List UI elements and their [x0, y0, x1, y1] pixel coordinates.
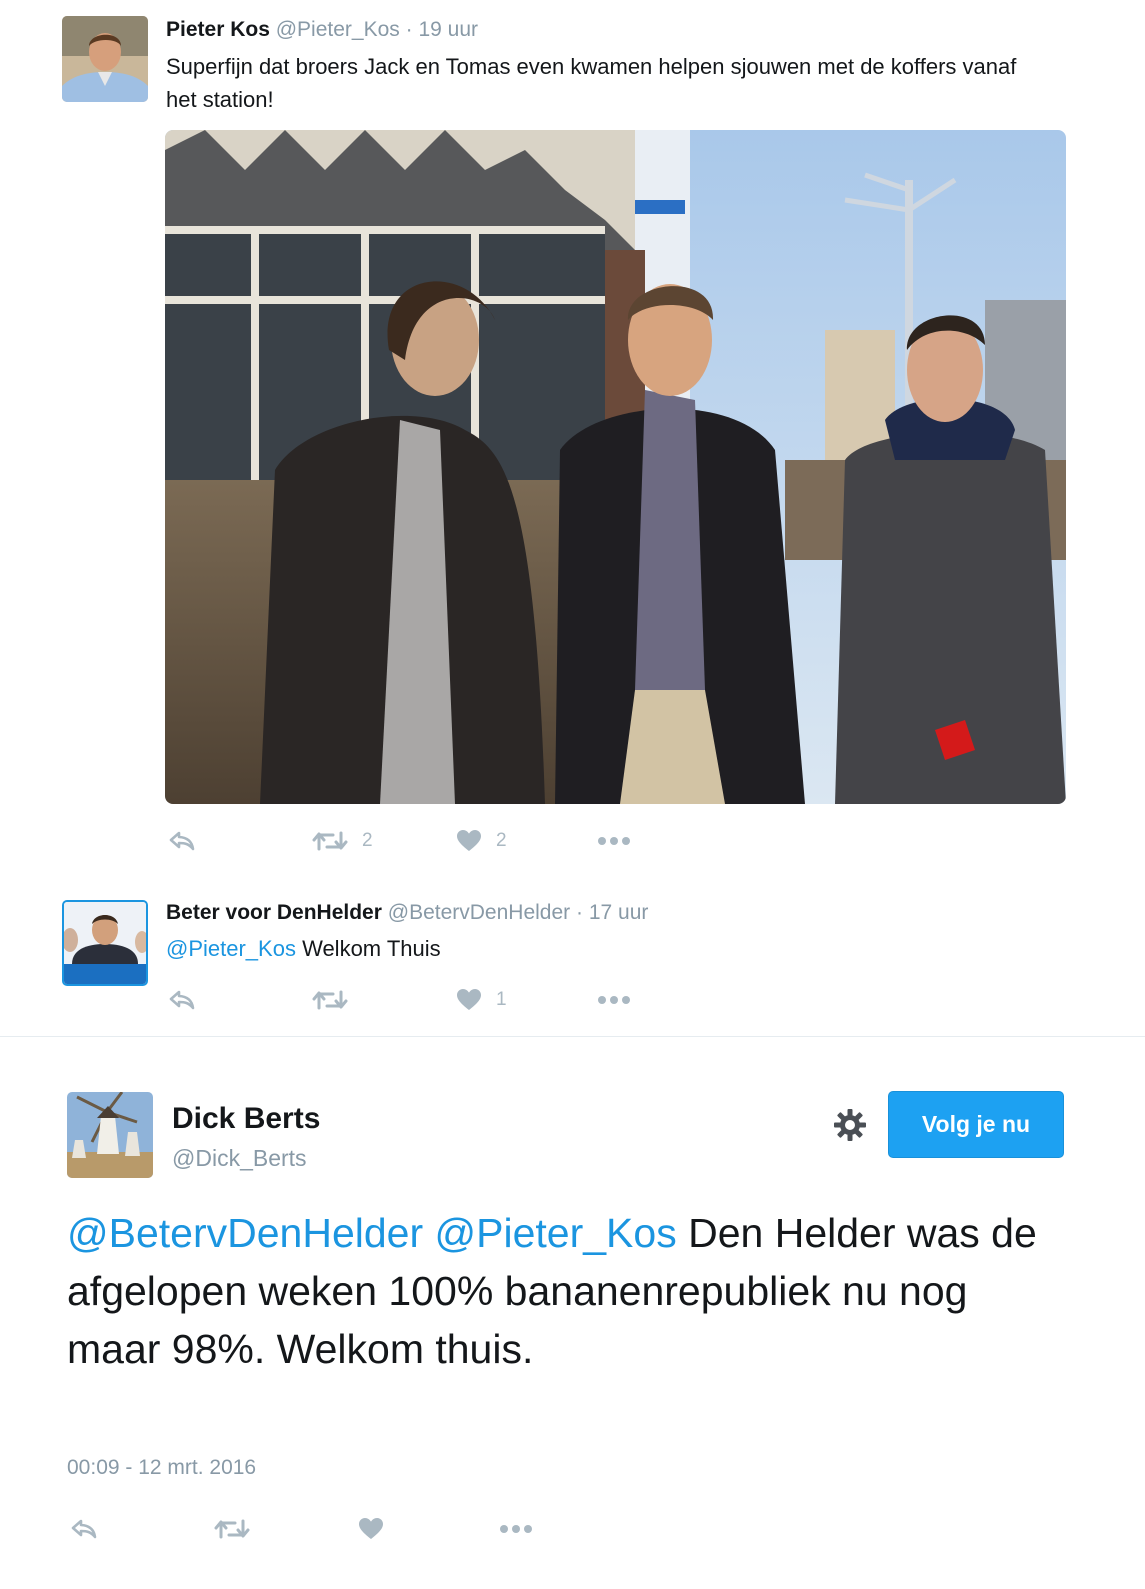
tweet-text: @BetervDenHelder @Pieter_Kos Den Helder …	[67, 1204, 1047, 1378]
mention-link[interactable]: @Pieter_Kos	[435, 1210, 677, 1256]
author-handle[interactable]: @Dick_Berts	[172, 1145, 307, 1172]
more-icon	[498, 1523, 534, 1535]
separator: ·	[576, 901, 583, 924]
tweet-actions	[70, 1514, 570, 1544]
tweet-actions: 2 2	[168, 826, 668, 856]
tweet-body: Welkom Thuis	[302, 936, 441, 961]
tweet-header: Beter voor DenHelder @BetervDenHelder · …	[166, 901, 648, 925]
tweet-header: Pieter Kos @Pieter_Kos · 19 uur	[166, 18, 478, 42]
reply-button[interactable]	[168, 826, 196, 856]
divider	[0, 1036, 1145, 1037]
author-handle[interactable]: @BetervDenHelder	[388, 901, 570, 924]
reply-button[interactable]	[168, 985, 196, 1015]
retweet-icon	[312, 829, 348, 853]
tweet-actions: 1	[168, 985, 668, 1015]
like-button[interactable]: 1	[456, 985, 507, 1015]
heart-icon	[456, 829, 482, 853]
heart-icon	[456, 988, 482, 1012]
mention-link[interactable]: @BetervDenHelder	[67, 1210, 423, 1256]
reply-icon	[168, 988, 196, 1012]
author-name[interactable]: Pieter Kos	[166, 18, 270, 41]
like-button[interactable]	[358, 1514, 384, 1544]
like-button[interactable]: 2	[456, 826, 507, 856]
author-name[interactable]: Dick Berts	[172, 1102, 320, 1136]
tweet-text: Superfijn dat broers Jack en Tomas even …	[166, 54, 1017, 112]
reply-icon	[70, 1517, 98, 1541]
tweet-text: @Pieter_Kos Welkom Thuis	[166, 934, 441, 964]
like-count: 1	[496, 989, 507, 1010]
reply-button[interactable]	[70, 1514, 98, 1544]
reply-icon	[168, 829, 196, 853]
heart-icon	[358, 1517, 384, 1541]
retweet-button[interactable]	[312, 985, 348, 1015]
author-name[interactable]: Beter voor DenHelder	[166, 901, 382, 924]
tweet-timestamp[interactable]: 00:09 - 12 mrt. 2016	[67, 1456, 256, 1480]
author-handle[interactable]: @Pieter_Kos	[276, 18, 400, 41]
mention-link[interactable]: @Pieter_Kos	[166, 936, 296, 961]
retweet-icon	[214, 1517, 250, 1541]
retweet-button[interactable]	[214, 1514, 250, 1544]
avatar-pieter-kos[interactable]	[62, 16, 148, 102]
like-count: 2	[496, 830, 507, 851]
retweet-count: 2	[362, 830, 373, 851]
separator: ·	[405, 18, 413, 41]
more-button[interactable]	[596, 985, 632, 1015]
settings-button[interactable]	[832, 1107, 868, 1143]
follow-button[interactable]: Volg je nu	[888, 1091, 1064, 1158]
avatar-dick-berts[interactable]	[67, 1092, 153, 1178]
gear-icon	[834, 1109, 866, 1141]
more-icon	[596, 994, 632, 1006]
more-button[interactable]	[596, 826, 632, 856]
tweet-time[interactable]: 17 uur	[589, 901, 649, 924]
tweet-photo[interactable]	[165, 130, 1066, 804]
retweet-icon	[312, 988, 348, 1012]
more-button[interactable]	[498, 1514, 534, 1544]
retweet-button[interactable]: 2	[312, 826, 373, 856]
tweet-time[interactable]: 19 uur	[418, 18, 478, 41]
avatar-beter-voor-denhelder[interactable]	[62, 900, 148, 986]
more-icon	[596, 835, 632, 847]
